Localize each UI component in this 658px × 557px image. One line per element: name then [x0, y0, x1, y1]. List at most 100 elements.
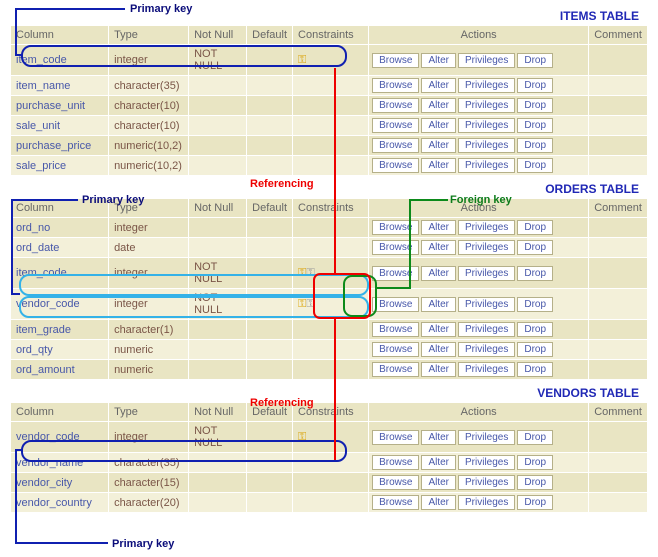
privileges-button[interactable]: Privileges [458, 118, 515, 133]
drop-button[interactable]: Drop [517, 475, 553, 490]
browse-button[interactable]: Browse [372, 362, 419, 377]
column-actions: BrowseAlterPrivilegesDrop [369, 45, 589, 76]
vendors-table: Column Type Not Null Default Constraints… [10, 402, 648, 513]
drop-button[interactable]: Drop [517, 118, 553, 133]
drop-button[interactable]: Drop [517, 362, 553, 377]
drop-button[interactable]: Drop [517, 98, 553, 113]
label-primary-key: Primary key [130, 3, 192, 15]
alter-button[interactable]: Alter [421, 495, 456, 510]
browse-button[interactable]: Browse [372, 455, 419, 470]
column-default [247, 76, 293, 96]
column-comment [589, 218, 648, 238]
alter-button[interactable]: Alter [421, 240, 456, 255]
column-default [247, 360, 293, 380]
privileges-button[interactable]: Privileges [458, 475, 515, 490]
column-name: vendor_city [11, 473, 109, 493]
privileges-button[interactable]: Privileges [458, 495, 515, 510]
table-row: item_codeintegerNOT NULL⚿⚿BrowseAlterPri… [11, 258, 648, 289]
column-notnull [189, 218, 247, 238]
column-comment [589, 258, 648, 289]
privileges-button[interactable]: Privileges [458, 266, 515, 281]
column-comment [589, 453, 648, 473]
browse-button[interactable]: Browse [372, 118, 419, 133]
drop-button[interactable]: Drop [517, 342, 553, 357]
column-comment [589, 473, 648, 493]
privileges-button[interactable]: Privileges [458, 297, 515, 312]
column-type: integer [109, 218, 189, 238]
privileges-button[interactable]: Privileges [458, 430, 515, 445]
alter-button[interactable]: Alter [421, 138, 456, 153]
column-comment [589, 340, 648, 360]
alter-button[interactable]: Alter [421, 297, 456, 312]
alter-button[interactable]: Alter [421, 266, 456, 281]
column-name: vendor_code [11, 422, 109, 453]
header-default: Default [247, 26, 293, 45]
privileges-button[interactable]: Privileges [458, 455, 515, 470]
privileges-button[interactable]: Privileges [458, 322, 515, 337]
privileges-button[interactable]: Privileges [458, 240, 515, 255]
browse-button[interactable]: Browse [372, 220, 419, 235]
browse-button[interactable]: Browse [372, 138, 419, 153]
privileges-button[interactable]: Privileges [458, 362, 515, 377]
column-comment [589, 156, 648, 176]
drop-button[interactable]: Drop [517, 297, 553, 312]
browse-button[interactable]: Browse [372, 78, 419, 93]
drop-button[interactable]: Drop [517, 455, 553, 470]
drop-button[interactable]: Drop [517, 322, 553, 337]
header-notnull: Not Null [189, 199, 247, 218]
table-row: item_namecharacter(35)BrowseAlterPrivile… [11, 76, 648, 96]
items-table-title: ITEMS TABLE [5, 5, 653, 25]
drop-button[interactable]: Drop [517, 495, 553, 510]
privileges-button[interactable]: Privileges [458, 220, 515, 235]
browse-button[interactable]: Browse [372, 495, 419, 510]
column-default [247, 96, 293, 116]
drop-button[interactable]: Drop [517, 220, 553, 235]
drop-button[interactable]: Drop [517, 240, 553, 255]
alter-button[interactable]: Alter [421, 475, 456, 490]
drop-button[interactable]: Drop [517, 53, 553, 68]
alter-button[interactable]: Alter [421, 220, 456, 235]
drop-button[interactable]: Drop [517, 78, 553, 93]
alter-button[interactable]: Alter [421, 430, 456, 445]
privileges-button[interactable]: Privileges [458, 138, 515, 153]
header-column: Column [11, 26, 109, 45]
browse-button[interactable]: Browse [372, 266, 419, 281]
browse-button[interactable]: Browse [372, 53, 419, 68]
alter-button[interactable]: Alter [421, 98, 456, 113]
browse-button[interactable]: Browse [372, 342, 419, 357]
alter-button[interactable]: Alter [421, 78, 456, 93]
privileges-button[interactable]: Privileges [458, 53, 515, 68]
drop-button[interactable]: Drop [517, 158, 553, 173]
browse-button[interactable]: Browse [372, 475, 419, 490]
alter-button[interactable]: Alter [421, 362, 456, 377]
column-comment [589, 116, 648, 136]
alter-button[interactable]: Alter [421, 118, 456, 133]
column-name: ord_date [11, 238, 109, 258]
alter-button[interactable]: Alter [421, 455, 456, 470]
alter-button[interactable]: Alter [421, 322, 456, 337]
browse-button[interactable]: Browse [372, 297, 419, 312]
column-notnull [189, 156, 247, 176]
column-notnull [189, 320, 247, 340]
privileges-button[interactable]: Privileges [458, 158, 515, 173]
browse-button[interactable]: Browse [372, 322, 419, 337]
column-notnull [189, 76, 247, 96]
alter-button[interactable]: Alter [421, 342, 456, 357]
alter-button[interactable]: Alter [421, 53, 456, 68]
label-referencing: Referencing [250, 178, 314, 190]
column-constraints [293, 156, 369, 176]
drop-button[interactable]: Drop [517, 138, 553, 153]
privileges-button[interactable]: Privileges [458, 78, 515, 93]
privileges-button[interactable]: Privileges [458, 342, 515, 357]
label-foreign-key: Foreign key [450, 194, 512, 206]
items-table: Column Type Not Null Default Constraints… [10, 25, 648, 176]
privileges-button[interactable]: Privileges [458, 98, 515, 113]
browse-button[interactable]: Browse [372, 98, 419, 113]
browse-button[interactable]: Browse [372, 430, 419, 445]
drop-button[interactable]: Drop [517, 266, 553, 281]
drop-button[interactable]: Drop [517, 430, 553, 445]
browse-button[interactable]: Browse [372, 240, 419, 255]
alter-button[interactable]: Alter [421, 158, 456, 173]
column-actions: BrowseAlterPrivilegesDrop [369, 258, 589, 289]
browse-button[interactable]: Browse [372, 158, 419, 173]
